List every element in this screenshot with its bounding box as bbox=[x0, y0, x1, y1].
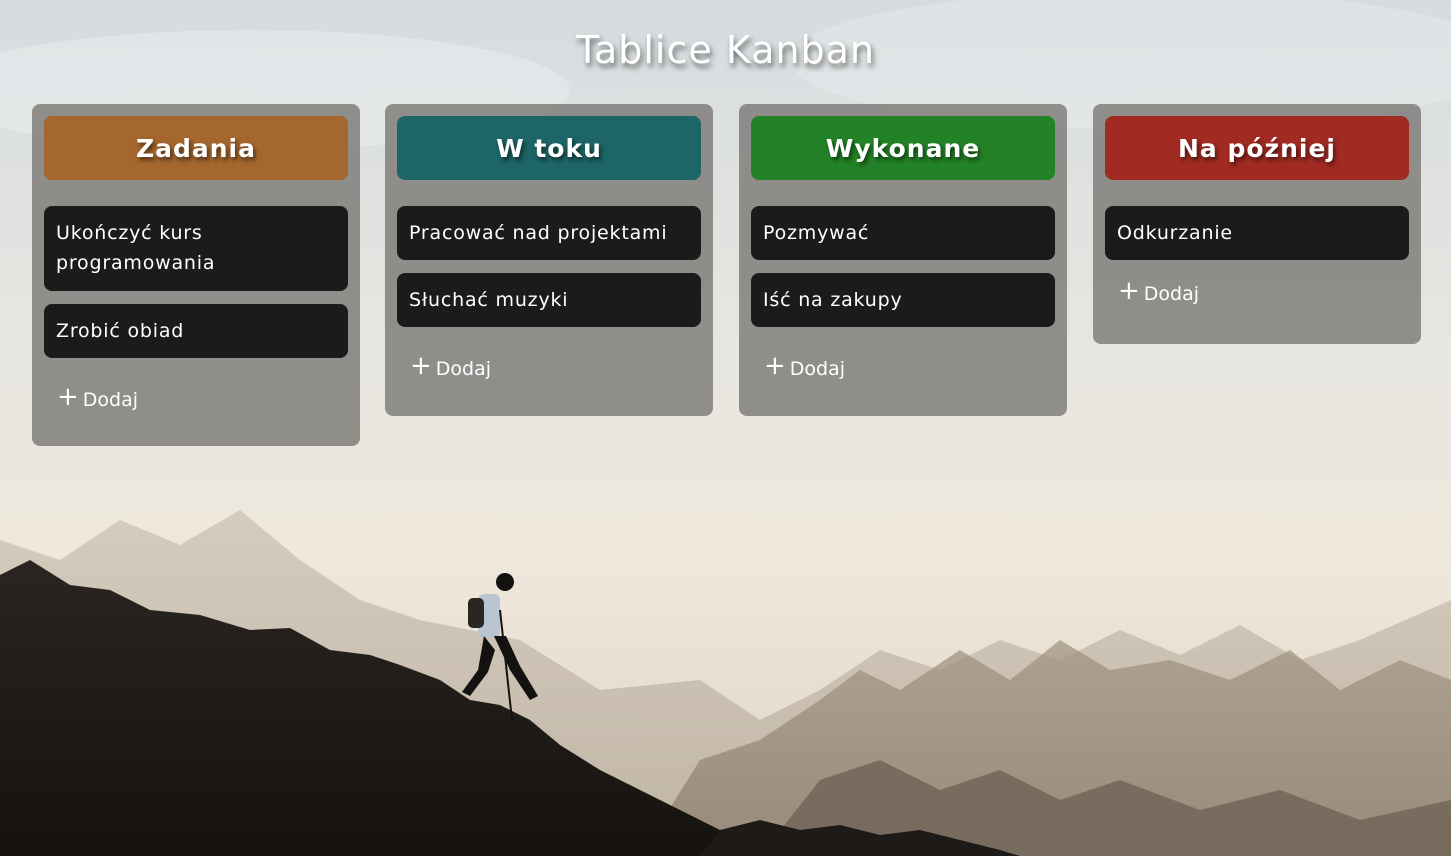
board-header-w-toku[interactable]: W toku bbox=[397, 116, 701, 180]
add-card-label: Dodaj bbox=[435, 358, 492, 380]
add-card-button[interactable]: + Dodaj bbox=[751, 349, 1055, 389]
add-card-label: Dodaj bbox=[1143, 283, 1200, 305]
board-zadania: Zadania Ukończyć kurs programowania Zrob… bbox=[32, 104, 360, 446]
board-header-zadania[interactable]: Zadania bbox=[44, 116, 348, 180]
add-card-button[interactable]: + Dodaj bbox=[397, 349, 701, 389]
task-card[interactable]: Odkurzanie bbox=[1105, 206, 1409, 260]
board-na-pozniej: Na później Odkurzanie + Dodaj bbox=[1093, 104, 1421, 344]
board-wykonane: Wykonane Pozmywać Iść na zakupy + Dodaj bbox=[739, 104, 1067, 416]
task-card[interactable]: Słuchać muzyki bbox=[397, 273, 701, 327]
add-card-label: Dodaj bbox=[82, 389, 139, 411]
add-card-button[interactable]: + Dodaj bbox=[44, 380, 348, 420]
page-title: Tablice Kanban bbox=[576, 28, 875, 72]
plus-icon: + bbox=[410, 351, 432, 381]
task-card[interactable]: Pracować nad projektami bbox=[397, 206, 701, 260]
board-header-wykonane[interactable]: Wykonane bbox=[751, 116, 1055, 180]
board-w-toku: W toku Pracować nad projektami Słuchać m… bbox=[385, 104, 713, 416]
add-card-label: Dodaj bbox=[789, 358, 846, 380]
kanban-page: Tablice Kanban Zadania Ukończyć kurs pro… bbox=[0, 0, 1451, 856]
task-card[interactable]: Ukończyć kurs programowania bbox=[44, 206, 348, 291]
plus-icon: + bbox=[57, 382, 79, 412]
task-card[interactable]: Iść na zakupy bbox=[751, 273, 1055, 327]
board-header-na-pozniej[interactable]: Na później bbox=[1105, 116, 1409, 180]
plus-icon: + bbox=[764, 351, 786, 381]
task-card[interactable]: Pozmywać bbox=[751, 206, 1055, 260]
plus-icon: + bbox=[1118, 276, 1140, 306]
add-card-button[interactable]: + Dodaj bbox=[1105, 274, 1409, 314]
task-card[interactable]: Zrobić obiad bbox=[44, 304, 348, 358]
